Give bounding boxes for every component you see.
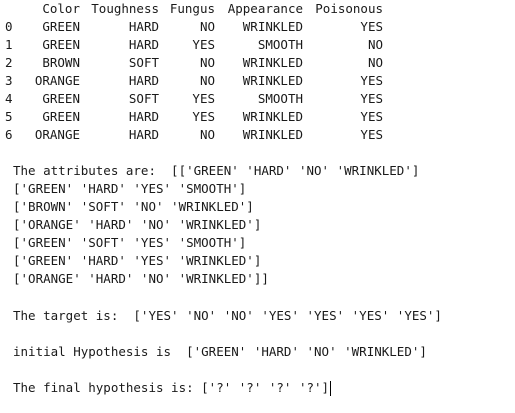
attributes-line-3: ['ORANGE' 'HARD' 'NO' 'WRINKLED'] [13,217,262,232]
text-cursor [330,381,332,396]
row-index: 0 [5,19,13,34]
cell-appearance: WRINKLED [242,19,303,34]
cell-poisonous: YES [360,109,383,124]
cell-appearance: WRINKLED [242,73,303,88]
cell-poisonous: YES [360,19,383,34]
column-header-fungus: Fungus [169,1,215,16]
row-index: 3 [5,73,13,88]
attributes-line-4: ['GREEN' 'SOFT' 'YES' 'SMOOTH'] [13,235,247,250]
cell-color: GREEN [42,109,80,124]
cell-poisonous: YES [360,127,383,142]
initial-hypothesis-line: initial Hypothesis is ['GREEN' 'HARD' 'N… [13,344,427,359]
dataframe-header-row: Color Toughness Fungus Appearance Poison… [2,0,383,18]
column-header-appearance: Appearance [227,1,303,16]
attributes-line-1: ['GREEN' 'HARD' 'YES' 'SMOOTH'] [13,181,247,196]
target-line: The target is: ['YES' 'NO' 'NO' 'YES' 'Y… [13,308,442,323]
table-row: 0 GREEN HARD NO WRINKLED YES [2,18,383,36]
cell-toughness: HARD [128,109,159,124]
cell-fungus: NO [199,19,215,34]
cell-fungus: YES [192,37,215,52]
attributes-line-0: The attributes are: [['GREEN' 'HARD' 'NO… [13,163,420,178]
cell-fungus: YES [192,109,215,124]
column-header-toughness: Toughness [91,1,159,16]
attributes-line-6: ['ORANGE' 'HARD' 'NO' 'WRINKLED']] [13,271,269,286]
table-row: 1 GREEN HARD YES SMOOTH NO [2,36,383,54]
cell-appearance: SMOOTH [257,37,303,52]
cell-appearance: WRINKLED [242,127,303,142]
cell-appearance: WRINKLED [242,109,303,124]
table-row: 2 BROWN SOFT NO WRINKLED NO [2,54,383,72]
cell-color: GREEN [42,19,80,34]
row-index: 2 [5,55,13,70]
cell-color: ORANGE [34,73,80,88]
column-header-color: Color [42,1,80,16]
cell-poisonous: YES [360,73,383,88]
cell-fungus: NO [199,127,215,142]
cell-color: ORANGE [34,127,80,142]
cell-toughness: SOFT [128,55,159,70]
row-index: 1 [5,37,13,52]
cell-toughness: HARD [128,73,159,88]
cell-toughness: HARD [128,19,159,34]
column-header-poisonous: Poisonous [315,1,383,16]
cell-color: GREEN [42,91,80,106]
row-index: 5 [5,109,13,124]
cell-toughness: HARD [128,127,159,142]
cell-appearance: SMOOTH [257,91,303,106]
final-hypothesis-container: The final hypothesis is: ['?' '?' '?' '?… [13,379,332,397]
cell-poisonous: NO [367,55,383,70]
cell-fungus: NO [199,55,215,70]
table-row: 5 GREEN HARD YES WRINKLED YES [2,108,383,126]
cell-fungus: NO [199,73,215,88]
attributes-line-5: ['GREEN' 'HARD' 'YES' 'WRINKLED'] [13,253,262,268]
cell-appearance: WRINKLED [242,55,303,70]
cell-poisonous: YES [360,91,383,106]
attributes-line-2: ['BROWN' 'SOFT' 'NO' 'WRINKLED'] [13,199,254,214]
cell-toughness: HARD [128,37,159,52]
row-index: 6 [5,127,13,142]
cell-toughness: SOFT [128,91,159,106]
cell-color: BROWN [42,55,80,70]
table-row: 6 ORANGE HARD NO WRINKLED YES [2,126,383,144]
table-row: 3 ORANGE HARD NO WRINKLED YES [2,72,383,90]
cell-fungus: YES [192,91,215,106]
row-index: 4 [5,91,13,106]
cell-poisonous: NO [367,37,383,52]
final-hypothesis-line: The final hypothesis is: ['?' '?' '?' '?… [13,380,330,395]
dataframe-output: Color Toughness Fungus Appearance Poison… [2,0,383,144]
cell-color: GREEN [42,37,80,52]
table-row: 4 GREEN SOFT YES SMOOTH YES [2,90,383,108]
